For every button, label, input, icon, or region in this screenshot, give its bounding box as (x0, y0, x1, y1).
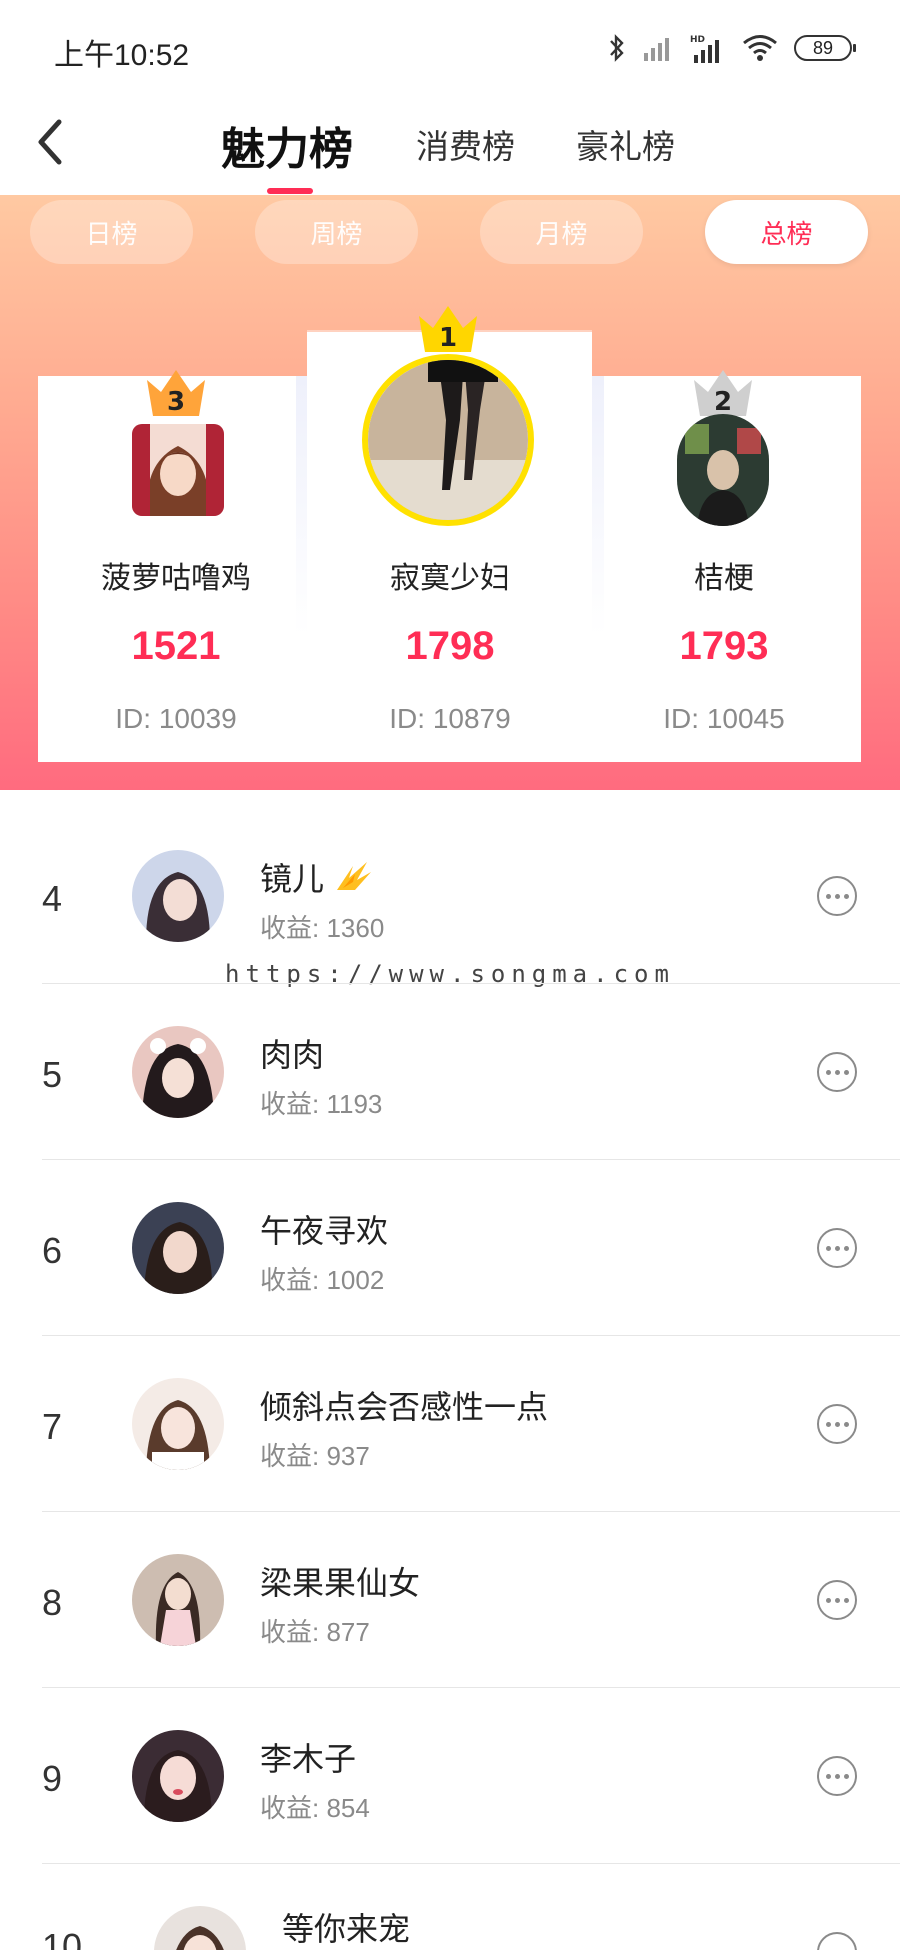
income-text: 收益: 854 (260, 1793, 370, 1823)
rank-number: 10 (42, 1926, 83, 1950)
list-item[interactable]: 4 镜儿 收益: 1360 (0, 808, 900, 984)
tab-consumption[interactable]: 消费榜 (416, 120, 515, 168)
avatar (132, 424, 224, 516)
user-name: 倾斜点会否感性一点 (260, 1389, 549, 1425)
podium-rank: 1 (439, 323, 457, 353)
period-tab-weekly[interactable]: 周榜 (255, 200, 418, 264)
tab-charm[interactable]: 魅力榜 (221, 113, 353, 177)
rank-number: 4 (42, 878, 63, 919)
status-bar: 上午10:52 HD 89 (0, 0, 900, 100)
more-options-button[interactable] (817, 1404, 857, 1444)
list-item[interactable]: 8 梁果果仙女 收益: 877 (0, 1512, 900, 1688)
period-tab-daily[interactable]: 日榜 (30, 200, 193, 264)
battery-icon: 89 (794, 35, 856, 61)
signal-icon (644, 38, 669, 61)
user-name: 李木子 (260, 1741, 357, 1777)
podium-rank: 2 (714, 387, 732, 417)
avatar (132, 1730, 224, 1822)
podium-id: ID: 10045 (663, 703, 785, 734)
period-tab-total[interactable]: 总榜 (705, 200, 868, 264)
more-options-button[interactable] (817, 1580, 857, 1620)
rank-number: 9 (42, 1758, 63, 1799)
podium-divider (592, 376, 604, 636)
avatar (677, 414, 769, 526)
rank-number: 8 (42, 1582, 63, 1623)
avatar (362, 354, 534, 526)
list-item[interactable]: 5 肉肉 收益: 1193 (0, 984, 900, 1160)
back-button[interactable] (20, 112, 80, 172)
more-options-button[interactable] (817, 876, 857, 916)
period-tab-monthly[interactable]: 月榜 (480, 200, 643, 264)
crown-bronze-icon: 3 (147, 370, 205, 417)
podium-name: 桔梗 (694, 562, 754, 595)
user-name: 等你来宠 (282, 1911, 411, 1947)
bluetooth-icon (610, 34, 624, 62)
avatar (154, 1906, 246, 1950)
list-item[interactable]: 7 倾斜点会否感性一点 收益: 937 (0, 1336, 900, 1512)
income-text: 收益: 1193 (260, 1089, 383, 1119)
avatar (132, 1026, 224, 1118)
podium-id: ID: 10879 (389, 703, 511, 734)
income-text: 收益: 1002 (260, 1265, 385, 1295)
tab-gift[interactable]: 豪礼榜 (576, 120, 675, 168)
list-item[interactable]: 6 午夜寻欢 收益: 1002 (0, 1160, 900, 1336)
income-text: 收益: 1360 (260, 913, 385, 943)
wing-badge-icon (336, 862, 371, 890)
svg-text:HD: HD (690, 35, 705, 45)
list-item[interactable]: 10 等你来宠 (0, 1864, 900, 1950)
list-item[interactable]: 9 李木子 收益: 854 (0, 1688, 900, 1864)
user-name: 肉肉 (260, 1037, 325, 1073)
hd-signal-icon: HD (690, 35, 719, 63)
podium-score: 1521 (131, 624, 221, 668)
podium-name: 菠萝咕噜鸡 (101, 562, 251, 595)
income-text: 收益: 877 (260, 1617, 370, 1647)
podium-score: 1793 (679, 624, 769, 668)
crown-silver-icon: 2 (694, 370, 752, 417)
rank-number: 6 (42, 1230, 63, 1271)
more-options-button[interactable] (817, 1228, 857, 1268)
avatar (132, 1554, 224, 1646)
wifi-icon (743, 35, 777, 61)
chevron-left-icon (38, 119, 62, 165)
podium-name: 寂寞少妇 (390, 562, 510, 595)
more-options-button[interactable] (817, 1052, 857, 1092)
crown-gold-icon: 1 (419, 306, 477, 353)
rank-number: 5 (42, 1054, 63, 1095)
avatar (132, 1202, 224, 1294)
active-tab-indicator (267, 188, 313, 194)
avatar (132, 1378, 224, 1470)
user-name: 镜儿 (260, 854, 373, 900)
more-options-button[interactable] (817, 1756, 857, 1796)
more-options-button[interactable] (817, 1932, 857, 1950)
podium-rank: 3 (167, 387, 185, 417)
income-text: 收益: 937 (260, 1441, 370, 1471)
podium-id: ID: 10039 (115, 703, 237, 734)
status-time: 上午10:52 (54, 39, 190, 72)
status-icons: HD 89 (608, 30, 856, 66)
avatar (132, 850, 224, 942)
user-name: 梁果果仙女 (260, 1565, 421, 1601)
rank-number: 7 (42, 1406, 63, 1447)
user-name: 午夜寻欢 (260, 1213, 389, 1249)
nav-bar: 魅力榜 消费榜 豪礼榜 (0, 100, 900, 195)
podium-score: 1798 (405, 624, 495, 668)
